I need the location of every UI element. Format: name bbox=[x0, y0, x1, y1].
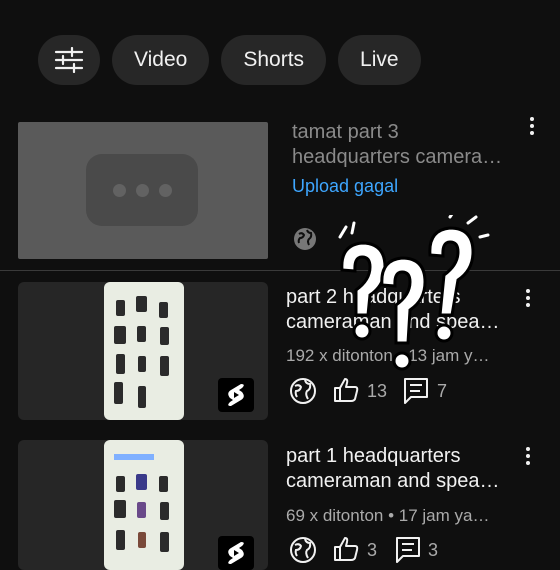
comment-count: 7 bbox=[437, 381, 448, 401]
video-title[interactable]: tamat part 3 headquarters camera… bbox=[292, 120, 517, 170]
shorts-badge bbox=[218, 378, 254, 412]
more-options-button[interactable] bbox=[520, 444, 536, 468]
chip-video[interactable]: Video bbox=[112, 35, 210, 85]
video-placeholder-icon bbox=[86, 154, 198, 226]
chip-live[interactable]: Live bbox=[338, 35, 421, 85]
video-thumbnail[interactable] bbox=[18, 282, 268, 420]
video-item-part-1[interactable]: part 1 headquarters cameraman and spea… … bbox=[0, 440, 560, 570]
divider bbox=[0, 270, 560, 271]
thumbnail-image bbox=[104, 282, 184, 420]
sliders-icon bbox=[54, 47, 84, 73]
filter-button[interactable] bbox=[38, 35, 100, 85]
video-item-failed[interactable]: tamat part 3 headquarters camera… Upload… bbox=[0, 117, 560, 265]
filter-chip-bar: Video Shorts Live bbox=[38, 35, 421, 85]
more-options-button[interactable] bbox=[524, 114, 540, 138]
like-icon[interactable] bbox=[333, 536, 359, 562]
video-title[interactable]: part 1 headquarters cameraman and spea… bbox=[286, 444, 511, 494]
video-title[interactable]: part 2 headquarters cameraman and spea… bbox=[286, 285, 511, 335]
video-thumbnail[interactable] bbox=[18, 440, 268, 570]
comment-icon[interactable] bbox=[403, 377, 429, 405]
upload-status: Upload gagal bbox=[292, 176, 399, 196]
shorts-icon bbox=[228, 384, 244, 406]
globe-icon bbox=[290, 378, 316, 404]
more-options-button[interactable] bbox=[520, 286, 536, 310]
video-item-part-2[interactable]: part 2 headquarters cameraman and spea… … bbox=[0, 280, 560, 425]
shorts-badge bbox=[218, 536, 254, 570]
video-meta: 192 x ditonton • 13 jam y… bbox=[286, 346, 490, 365]
like-icon[interactable] bbox=[333, 377, 359, 403]
comment-count: 3 bbox=[428, 540, 439, 560]
thumbnail-image bbox=[104, 440, 184, 570]
shorts-icon bbox=[228, 542, 244, 564]
like-count: 3 bbox=[367, 540, 378, 560]
like-count: 13 bbox=[367, 381, 388, 401]
video-meta: 69 x ditonton • 17 jam ya… bbox=[286, 506, 490, 525]
chip-shorts[interactable]: Shorts bbox=[221, 35, 327, 85]
video-thumbnail-placeholder[interactable] bbox=[18, 122, 268, 259]
globe-icon bbox=[294, 228, 316, 250]
